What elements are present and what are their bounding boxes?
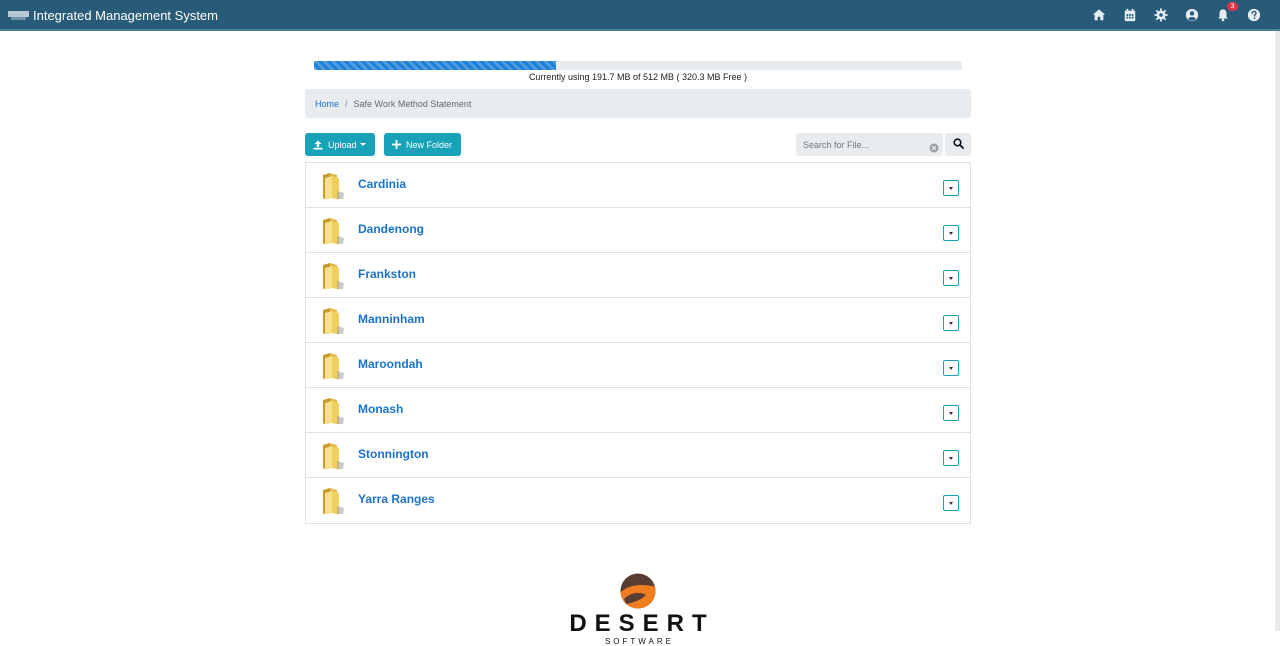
folder-actions-toggle[interactable] [943, 225, 959, 241]
footer-brand-sub: SOFTWARE [604, 637, 675, 646]
folder-name[interactable]: Stonnington [358, 447, 429, 461]
desert-software-logo-icon [620, 573, 656, 609]
folder-row[interactable]: Stonnington [306, 433, 970, 478]
footer-brand-name: DESERT [569, 610, 715, 637]
folder-name[interactable]: Manninham [358, 312, 425, 326]
folder-name[interactable]: Cardinia [358, 177, 406, 191]
new-folder-label: New Folder [406, 139, 453, 150]
user-circle-icon[interactable] [1184, 7, 1200, 23]
folder-row[interactable]: Monash [306, 388, 970, 433]
folder-row[interactable]: Manninham [306, 298, 970, 343]
help-icon[interactable] [1246, 7, 1262, 23]
chevron-down-icon [949, 456, 953, 460]
folder-name[interactable]: Yarra Ranges [358, 492, 435, 506]
top-navbar: Integrated Management System 3 [0, 0, 1280, 31]
new-folder-button[interactable]: New Folder [384, 133, 461, 156]
chevron-down-icon [949, 276, 953, 280]
chevron-down-icon [949, 411, 953, 415]
folder-row[interactable]: Cardinia [306, 163, 970, 208]
footer-logo: DESERT SOFTWARE [560, 573, 716, 646]
bell-icon[interactable]: 3 [1215, 2, 1238, 23]
app-logo-icon [8, 10, 29, 21]
home-icon[interactable] [1091, 7, 1107, 23]
notification-badge: 3 [1227, 2, 1238, 11]
vertical-scrollbar[interactable] [1275, 31, 1280, 631]
folder-name[interactable]: Maroondah [358, 357, 423, 371]
folder-icon [322, 217, 346, 245]
breadcrumb-home[interactable]: Home [315, 99, 339, 109]
storage-usage-text: Currently using 191.7 MB of 512 MB ( 320… [528, 72, 748, 82]
upload-icon [313, 140, 323, 150]
storage-progress-bar [314, 61, 962, 70]
calendar-icon[interactable] [1122, 7, 1138, 23]
chevron-down-icon [949, 231, 953, 235]
folder-icon [322, 442, 346, 470]
plus-icon [392, 140, 401, 149]
brand[interactable]: Integrated Management System [8, 8, 218, 23]
chevron-down-icon [949, 366, 953, 370]
folder-row[interactable]: Yarra Ranges [306, 478, 970, 523]
search-button[interactable] [945, 133, 971, 156]
folder-icon [322, 307, 346, 335]
app-title: Integrated Management System [33, 8, 218, 23]
folder-actions-toggle[interactable] [943, 495, 959, 511]
storage-progress-fill [314, 61, 557, 70]
folder-actions-toggle[interactable] [943, 315, 959, 331]
folder-row[interactable]: Frankston [306, 253, 970, 298]
search-icon [952, 136, 964, 154]
folder-icon [322, 172, 346, 200]
folder-icon [322, 397, 346, 425]
gear-icon[interactable] [1153, 7, 1169, 23]
folder-actions-toggle[interactable] [943, 270, 959, 286]
breadcrumb: Home / Safe Work Method Statement [305, 89, 971, 118]
chevron-down-icon [359, 143, 366, 146]
search-input[interactable] [796, 133, 924, 156]
chevron-down-icon [949, 186, 953, 190]
clear-search-icon[interactable] [929, 140, 939, 153]
folder-actions-toggle[interactable] [943, 360, 959, 376]
folder-name[interactable]: Monash [358, 402, 403, 416]
folder-actions-toggle[interactable] [943, 450, 959, 466]
folder-icon [322, 262, 346, 290]
folder-icon [322, 487, 346, 515]
upload-button[interactable]: Upload [305, 133, 375, 156]
chevron-down-icon [949, 501, 953, 505]
folder-icon [322, 352, 346, 380]
search-box [796, 133, 943, 156]
folder-list: Cardinia Dandenong Frankston Manninham M… [305, 162, 971, 524]
folder-actions-toggle[interactable] [943, 405, 959, 421]
folder-name[interactable]: Frankston [358, 267, 416, 281]
breadcrumb-current: Safe Work Method Statement [353, 98, 472, 109]
nav-icons: 3 [1091, 2, 1262, 23]
upload-label: Upload [328, 139, 357, 150]
folder-actions-toggle[interactable] [943, 180, 959, 196]
folder-row[interactable]: Dandenong [306, 208, 970, 253]
folder-row[interactable]: Maroondah [306, 343, 970, 388]
chevron-down-icon [949, 321, 953, 325]
breadcrumb-separator: / [345, 98, 348, 109]
folder-name[interactable]: Dandenong [358, 222, 424, 236]
